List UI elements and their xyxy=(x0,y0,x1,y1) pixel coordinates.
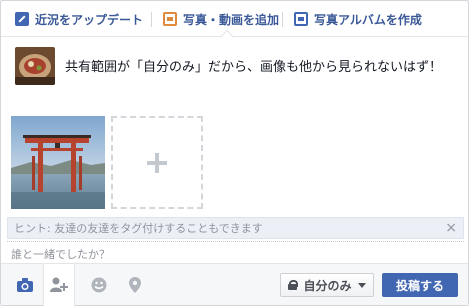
post-composer: 近況をアップデート 写真・動画を追加 写真アルバムを作成 共有範囲が「自分のみ」… xyxy=(0,0,469,306)
album-icon xyxy=(294,12,308,26)
feeling-button[interactable] xyxy=(83,264,115,306)
smiley-icon xyxy=(91,277,107,293)
chevron-down-icon xyxy=(357,282,366,288)
add-photo-footer-button[interactable] xyxy=(9,264,41,306)
composer-tabs: 近況をアップデート 写真・動画を追加 写真アルバムを作成 xyxy=(1,1,468,45)
privacy-label: 自分のみ xyxy=(303,278,352,293)
camera-icon xyxy=(17,278,33,292)
uploaded-photo-thumbnail[interactable] xyxy=(11,116,105,209)
add-photo-button[interactable] xyxy=(111,116,203,209)
tag-person-icon xyxy=(50,277,68,292)
lock-icon xyxy=(288,280,299,290)
close-icon[interactable]: × xyxy=(445,220,457,236)
tab-status-update[interactable]: 近況をアップデート xyxy=(15,1,143,37)
tab-status-update-label: 近況をアップデート xyxy=(35,12,144,27)
photo-icon xyxy=(163,12,177,26)
tab-divider xyxy=(151,12,152,27)
tab-create-album-label: 写真アルバムを作成 xyxy=(314,12,422,27)
post-button[interactable]: 投稿する xyxy=(382,273,458,297)
tab-add-photo-video[interactable]: 写真・動画を追加 xyxy=(163,1,279,37)
tab-create-album[interactable]: 写真アルバムを作成 xyxy=(294,1,422,37)
tag-people-input[interactable]: 誰と一緒でしたか？ xyxy=(11,246,110,262)
pencil-icon xyxy=(15,12,29,26)
composer-footer: 自分のみ 投稿する xyxy=(1,263,468,306)
avatar xyxy=(15,47,55,85)
tab-add-photo-video-label: 写真・動画を追加 xyxy=(183,12,280,27)
plus-icon xyxy=(147,152,167,173)
divider xyxy=(7,241,464,242)
tag-people-button[interactable] xyxy=(43,264,75,306)
location-pin-icon xyxy=(129,277,141,293)
privacy-selector[interactable]: 自分のみ xyxy=(280,273,374,297)
tab-divider xyxy=(282,12,283,27)
location-button[interactable] xyxy=(119,264,151,306)
tag-hint-bar: ヒント: 友達の友達をタグ付けすることもできます × xyxy=(7,217,464,239)
tag-hint-text: ヒント: 友達の友達をタグ付けすることもできます xyxy=(14,222,263,235)
post-text-input[interactable]: 共有範囲が「自分のみ」だから、画像も他から見られないはず！ xyxy=(65,56,442,75)
